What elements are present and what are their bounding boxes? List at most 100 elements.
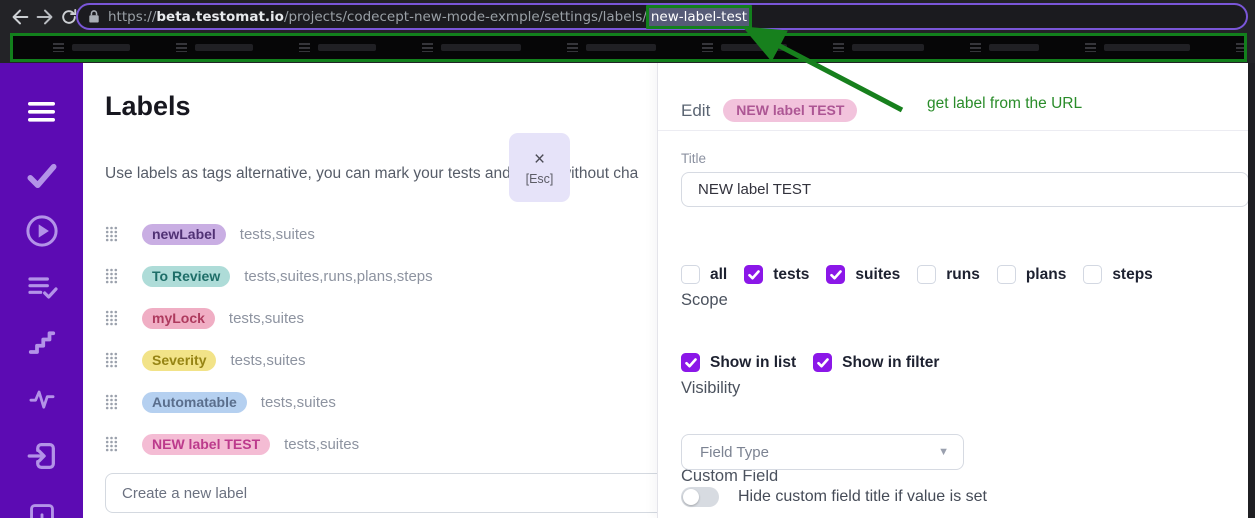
screenshot: https://beta.testomat.io/projects/codece… xyxy=(0,0,1255,518)
url-prefix: https:// xyxy=(108,9,156,25)
page-description: Use labels as tags alternative, you can … xyxy=(105,165,657,183)
check-icon[interactable] xyxy=(0,161,83,191)
checkbox-tests[interactable] xyxy=(744,265,763,284)
scope-option: plans xyxy=(997,265,1066,284)
play-circle-icon[interactable] xyxy=(0,213,83,249)
hide-title-toggle-row: Hide custom field title if value is set xyxy=(681,487,987,507)
bookmark-icon xyxy=(702,43,713,52)
create-label-input[interactable]: Create a new label xyxy=(105,473,657,513)
checkbox-label[interactable]: Show in filter xyxy=(842,354,939,372)
label-pill[interactable]: NEW label TEST xyxy=(142,434,270,455)
close-drawer-button[interactable]: × [Esc] xyxy=(509,133,570,202)
forward-icon[interactable] xyxy=(33,5,57,29)
label-scopes: tests,suites xyxy=(261,394,336,411)
checkbox-all[interactable] xyxy=(681,265,700,284)
bookmark-item[interactable] xyxy=(1236,43,1247,52)
checkbox-label[interactable]: tests xyxy=(773,266,809,284)
bookmarks-row xyxy=(0,33,1255,63)
drag-handle-icon[interactable] xyxy=(105,226,118,242)
url-domain: beta.testomat.io xyxy=(156,9,284,25)
checkbox-show-in-filter[interactable] xyxy=(813,353,832,372)
drag-handle-icon[interactable] xyxy=(105,436,118,452)
page-title: Labels xyxy=(105,91,191,122)
address-bar[interactable]: https://beta.testomat.io/projects/codece… xyxy=(76,3,1248,30)
label-pill[interactable]: newLabel xyxy=(142,224,226,245)
bar-chart-icon[interactable] xyxy=(0,503,83,518)
label-scopes: tests,suites xyxy=(284,436,359,453)
lock-icon xyxy=(88,9,100,24)
scrollbar-track[interactable] xyxy=(1248,63,1255,518)
label-pill[interactable]: Automatable xyxy=(142,392,247,413)
label-pill[interactable]: Severity xyxy=(142,350,216,371)
field-type-value: Field Type xyxy=(700,444,769,461)
checkbox-plans[interactable] xyxy=(997,265,1016,284)
label-pill[interactable]: myLock xyxy=(142,308,215,329)
labels-settings-page: Labels Use labels as tags alternative, y… xyxy=(83,63,657,518)
drawer-action-label: Edit xyxy=(681,101,710,121)
bookmark-icon xyxy=(833,43,844,52)
hide-title-toggle[interactable] xyxy=(681,487,719,507)
checkbox-label[interactable]: steps xyxy=(1112,266,1153,284)
title-input-value: NEW label TEST xyxy=(698,181,811,198)
edit-label-drawer: Edit NEW label TEST Title NEW label TEST… xyxy=(657,63,1249,518)
bookmarks-bar-annotation-box xyxy=(10,33,1247,62)
field-type-select[interactable]: Field Type ▼ xyxy=(681,434,964,470)
bookmark-item[interactable] xyxy=(970,43,1039,52)
import-icon[interactable] xyxy=(0,439,83,473)
bookmark-item[interactable] xyxy=(833,43,924,52)
drag-handle-icon[interactable] xyxy=(105,352,118,368)
pulse-icon[interactable] xyxy=(0,385,83,413)
bookmark-item[interactable] xyxy=(1085,43,1190,52)
bookmark-icon xyxy=(422,43,433,52)
app-window: Labels Use labels as tags alternative, y… xyxy=(0,63,1255,518)
checkbox-label[interactable]: plans xyxy=(1026,266,1066,284)
bookmark-item[interactable] xyxy=(53,43,130,52)
bookmark-icon xyxy=(1236,43,1247,52)
url-selected-segment: new-label-test xyxy=(649,8,749,26)
visibility-option: Show in list xyxy=(681,353,796,372)
label-scopes: tests,suites xyxy=(229,310,304,327)
checkbox-label[interactable]: all xyxy=(710,266,727,284)
bookmark-item[interactable] xyxy=(299,43,376,52)
checkbox-steps[interactable] xyxy=(1083,265,1102,284)
scope-option: suites xyxy=(826,265,900,284)
visibility-heading: Visibility xyxy=(681,379,740,398)
label-pill[interactable]: To Review xyxy=(142,266,230,287)
title-field-label: Title xyxy=(681,151,706,166)
scope-option: tests xyxy=(744,265,809,284)
editing-label-pill: NEW label TEST xyxy=(723,99,857,122)
checkbox-runs[interactable] xyxy=(917,265,936,284)
label-row: newLabel tests,suites xyxy=(105,213,433,255)
label-row: Severity tests,suites xyxy=(105,339,433,381)
steps-icon[interactable] xyxy=(0,327,83,357)
label-row: Automatable tests,suites xyxy=(105,381,433,423)
chevron-down-icon: ▼ xyxy=(938,446,949,458)
esc-hint: [Esc] xyxy=(526,172,554,186)
bookmark-icon xyxy=(1085,43,1096,52)
bookmark-item[interactable] xyxy=(422,43,521,52)
bookmark-item[interactable] xyxy=(567,43,656,52)
bookmark-icon xyxy=(970,43,981,52)
bookmark-item[interactable] xyxy=(176,43,253,52)
checkbox-label[interactable]: suites xyxy=(855,266,900,284)
menu-icon[interactable] xyxy=(0,100,83,124)
divider xyxy=(658,130,1249,131)
browser-toolbar: https://beta.testomat.io/projects/codece… xyxy=(0,0,1255,33)
drag-handle-icon[interactable] xyxy=(105,310,118,326)
checkbox-label[interactable]: runs xyxy=(946,266,980,284)
checkbox-label[interactable]: Show in list xyxy=(710,354,796,372)
label-row: To Review tests,suites,runs,plans,steps xyxy=(105,255,433,297)
drag-handle-icon[interactable] xyxy=(105,268,118,284)
drag-handle-icon[interactable] xyxy=(105,394,118,410)
title-input[interactable]: NEW label TEST xyxy=(681,172,1249,207)
visibility-option: Show in filter xyxy=(813,353,939,372)
back-icon[interactable] xyxy=(8,5,32,29)
scope-option: steps xyxy=(1083,265,1153,284)
bookmark-item[interactable] xyxy=(702,43,787,52)
checkbox-show-in-list[interactable] xyxy=(681,353,700,372)
list-check-icon[interactable] xyxy=(0,271,83,303)
scope-option: all xyxy=(681,265,727,284)
url-annotation-box: new-label-test xyxy=(646,5,752,29)
checkbox-suites[interactable] xyxy=(826,265,845,284)
labels-list: newLabel tests,suites To Review tests,su… xyxy=(105,213,433,465)
